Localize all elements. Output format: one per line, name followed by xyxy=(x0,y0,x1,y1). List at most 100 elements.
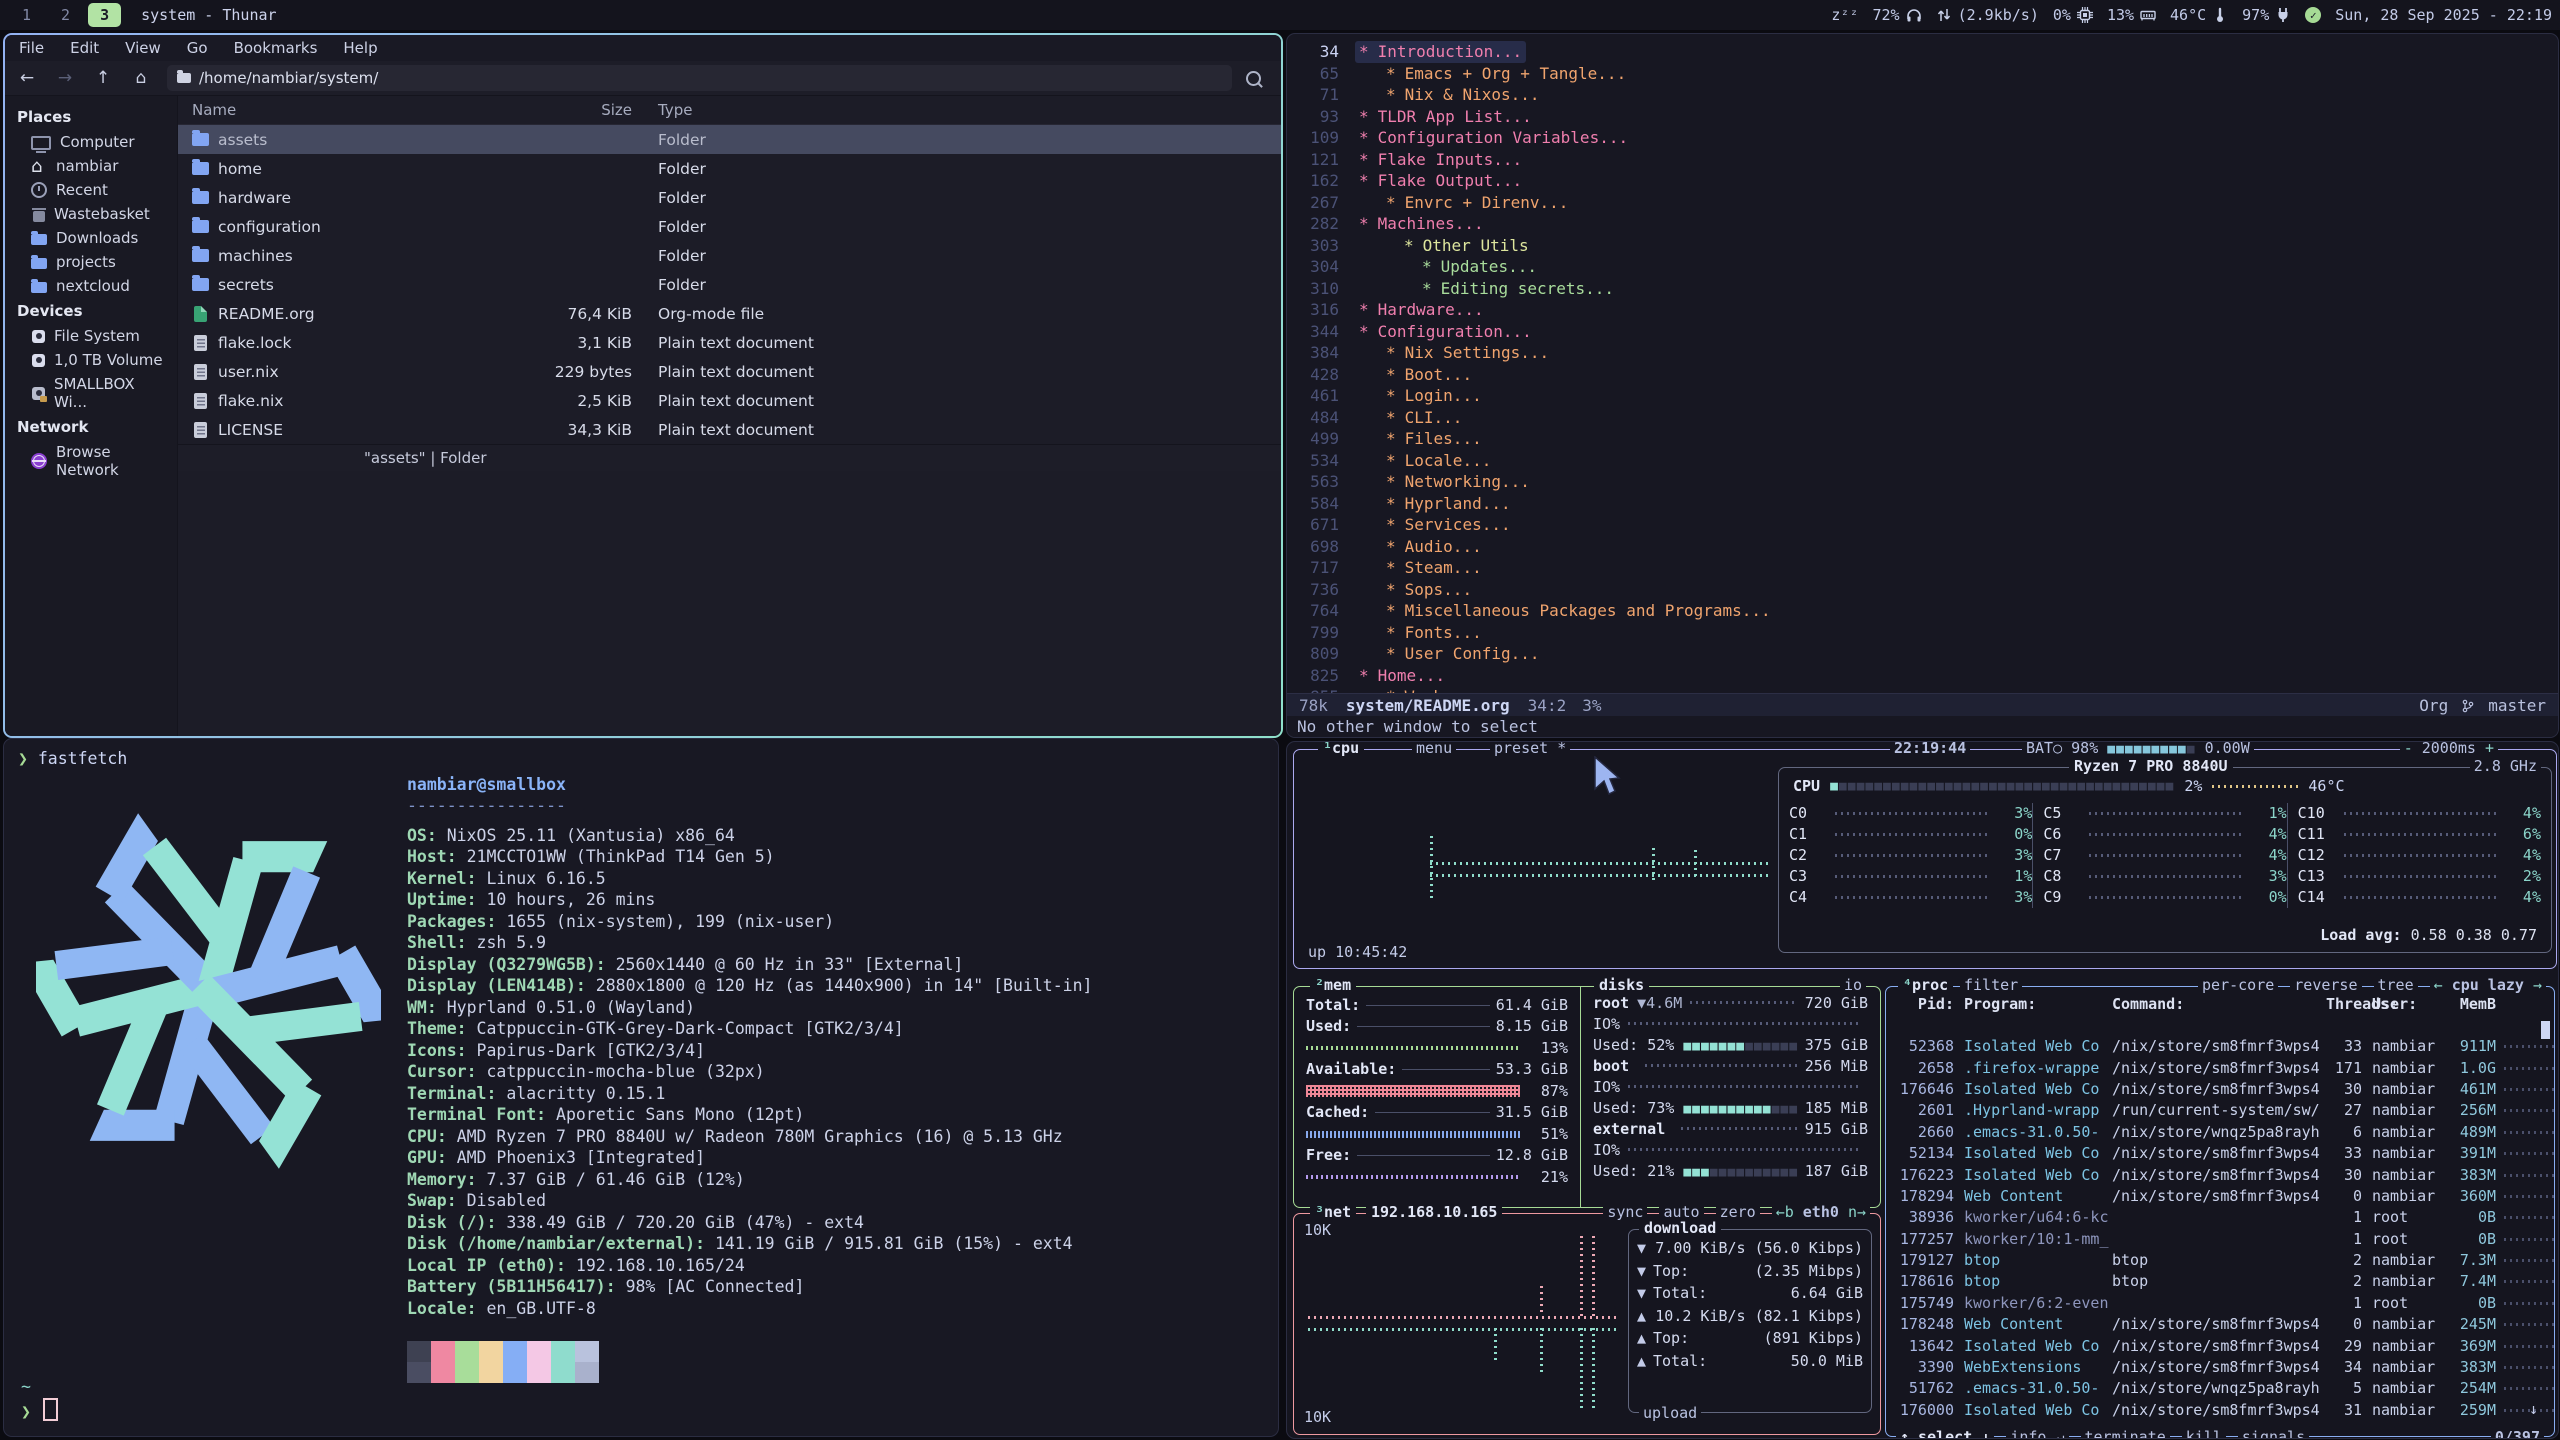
org-heading[interactable]: 461 *Login... xyxy=(1287,385,2558,407)
file-row[interactable]: user.nix 229 bytes Plain text document xyxy=(178,357,1281,386)
org-heading[interactable]: 584 *Hyprland... xyxy=(1287,493,2558,515)
process-row[interactable]: 52368 Isolated Web Co /nix/store/sm8fmrf… xyxy=(1886,1036,2554,1057)
interval-plus-button[interactable]: + xyxy=(2485,741,2494,757)
org-heading[interactable]: 717 *Steam... xyxy=(1287,557,2558,579)
sidebar-item[interactable]: Downloads xyxy=(5,226,177,250)
column-type[interactable]: Type xyxy=(632,101,1281,119)
org-heading[interactable]: 344 *Configuration... xyxy=(1287,321,2558,343)
file-row[interactable]: configuration Folder xyxy=(178,212,1281,241)
process-row[interactable]: 13642 Isolated Web Co /nix/store/sm8fmrf… xyxy=(1886,1335,2554,1356)
org-heading[interactable]: 109 *Configuration Variables... xyxy=(1287,127,2558,149)
org-heading[interactable]: 310 *Editing secrets... xyxy=(1287,278,2558,300)
column-size[interactable]: Size xyxy=(532,101,632,119)
forward-button[interactable]: → xyxy=(53,68,77,88)
interval-minus-button[interactable]: - xyxy=(2404,741,2413,757)
sidebar-device-item[interactable]: File System xyxy=(5,324,177,348)
header-threads[interactable]: Threads: xyxy=(2326,994,2362,1036)
sidebar-item[interactable]: Wastebasket xyxy=(5,202,177,226)
menu-item[interactable]: View xyxy=(125,39,161,57)
org-heading[interactable]: 428 *Boot... xyxy=(1287,364,2558,386)
idle-inhibitor[interactable]: zᶻᶻ xyxy=(1831,6,1858,24)
org-heading[interactable]: 671 *Services... xyxy=(1287,514,2558,536)
header-command[interactable]: Command: xyxy=(2112,994,2326,1036)
info-button[interactable]: info ↵ xyxy=(2006,1427,2068,1439)
reverse-toggle[interactable]: reverse xyxy=(2290,975,2361,996)
home-button[interactable]: ⌂ xyxy=(129,68,153,88)
per-core-toggle[interactable]: per-core xyxy=(2198,975,2278,996)
column-name[interactable]: Name xyxy=(178,101,532,119)
process-row[interactable]: 176223 Isolated Web Co /nix/store/sm8fmr… xyxy=(1886,1164,2554,1185)
header-program[interactable]: Program: xyxy=(1954,994,2112,1036)
org-heading[interactable]: 809 *User Config... xyxy=(1287,643,2558,665)
org-heading[interactable]: 304 *Updates... xyxy=(1287,256,2558,278)
signals-button[interactable]: signals xyxy=(2238,1427,2309,1439)
file-row[interactable]: flake.lock 3,1 KiB Plain text document xyxy=(178,328,1281,357)
proc-box-title[interactable]: ⁴proc xyxy=(1898,975,1953,996)
org-heading[interactable]: 764 *Miscellaneous Packages and Programs… xyxy=(1287,600,2558,622)
volume-module[interactable]: 72% xyxy=(1873,6,1922,24)
file-row[interactable]: home Folder xyxy=(178,154,1281,183)
header-user[interactable]: User: xyxy=(2362,994,2448,1036)
org-heading[interactable]: 736 *Sops... xyxy=(1287,579,2558,601)
select-control[interactable]: ↑ select ↓ xyxy=(1896,1427,1994,1439)
org-heading[interactable]: 65 *Emacs + Org + Tangle... xyxy=(1287,63,2558,85)
org-heading[interactable]: 121 *Flake Inputs... xyxy=(1287,149,2558,171)
org-heading[interactable]: 316 *Hardware... xyxy=(1287,299,2558,321)
preset-button[interactable]: preset * xyxy=(1490,741,1570,759)
temperature-module[interactable]: 46°C xyxy=(2170,6,2228,24)
battery-module[interactable]: 97% xyxy=(2242,6,2291,24)
file-row[interactable]: README.org 76,4 KiB Org-mode file xyxy=(178,299,1281,328)
terminate-button[interactable]: terminate xyxy=(2081,1427,2170,1439)
menu-button[interactable]: menu xyxy=(1412,741,1456,759)
file-row[interactable]: LICENSE 34,3 KiB Plain text document xyxy=(178,415,1281,444)
process-row[interactable]: 51762 .emacs-31.0.50- /nix/store/wnqz5pa… xyxy=(1886,1378,2554,1399)
org-heading[interactable]: 303 *Other Utils xyxy=(1287,235,2558,257)
process-row[interactable]: 3390 WebExtensions /nix/store/sm8fmrf3wp… xyxy=(1886,1357,2554,1378)
sidebar-network-item[interactable]: Browse Network xyxy=(5,440,177,482)
process-row[interactable]: 178248 Web Content /nix/store/sm8fmrf3wp… xyxy=(1886,1314,2554,1335)
org-heading[interactable]: 282 *Machines... xyxy=(1287,213,2558,235)
org-heading[interactable]: 71 *Nix & Nixos... xyxy=(1287,84,2558,106)
sidebar-device-item[interactable]: 1,0 TB Volume xyxy=(5,348,177,372)
org-heading[interactable]: 484 *CLI... xyxy=(1287,407,2558,429)
sidebar-item[interactable]: nambiar xyxy=(5,154,177,178)
org-heading[interactable]: 534 *Locale... xyxy=(1287,450,2558,472)
header-pid[interactable]: Pid: xyxy=(1896,994,1954,1036)
process-row[interactable]: 175749 kworker/6:2-even 1 root 0B 0.0 xyxy=(1886,1293,2554,1314)
sidebar-item[interactable]: Recent xyxy=(5,178,177,202)
process-row[interactable]: 177257 kworker/10:1-mm_ 1 root 0B 0.0 xyxy=(1886,1229,2554,1250)
zero-button[interactable]: zero xyxy=(1716,1202,1760,1223)
filter-button[interactable]: filter xyxy=(1960,975,2022,996)
workspace-button[interactable]: 1 xyxy=(10,3,43,27)
process-row[interactable]: 178294 Web Content /nix/store/sm8fmrf3wp… xyxy=(1886,1186,2554,1207)
process-row[interactable]: 52134 Isolated Web Co /nix/store/sm8fmrf… xyxy=(1886,1143,2554,1164)
file-row[interactable]: flake.nix 2,5 KiB Plain text document xyxy=(178,386,1281,415)
search-icon[interactable] xyxy=(1246,71,1261,86)
status-ok-icon[interactable]: ✓ xyxy=(2305,7,2321,23)
process-row[interactable]: 176000 Isolated Web Co /nix/store/sm8fmr… xyxy=(1886,1400,2554,1421)
tree-toggle[interactable]: tree xyxy=(2374,975,2418,996)
workspace-button[interactable]: 2 xyxy=(49,3,82,27)
menu-item[interactable]: Help xyxy=(343,39,377,57)
major-mode[interactable]: Org xyxy=(2419,695,2448,717)
buffer-name[interactable]: system/README.org xyxy=(1346,695,1510,717)
org-heading[interactable]: 267 *Envrc + Direnv... xyxy=(1287,192,2558,214)
interface-switcher[interactable]: ←b eth0 n→ xyxy=(1772,1202,1870,1223)
process-row[interactable]: 38936 kworker/u64:6-kc 1 root 0B 0.0 xyxy=(1886,1207,2554,1228)
terminal-window[interactable]: ❯ fastfetch nambiar@smallbox -----------… xyxy=(3,738,1279,1437)
sidebar-item[interactable]: Computer xyxy=(5,130,177,154)
git-branch-name[interactable]: master xyxy=(2488,695,2546,717)
org-heading[interactable]: 162 *Flake Output... xyxy=(1287,170,2558,192)
sidebar-device-item[interactable]: SMALLBOX Wi... xyxy=(5,372,177,414)
clock-module[interactable]: Sun, 28 Sep 2025 - 22:19 xyxy=(2335,6,2552,24)
menu-item[interactable]: Edit xyxy=(70,39,99,57)
workspace-button[interactable]: 3 xyxy=(88,3,121,27)
cpu-module[interactable]: 0% xyxy=(2053,6,2093,24)
btop-window[interactable]: ¹cpu menu preset * 22:19:44 BAT○ 98% ■■■… xyxy=(1286,741,2559,1439)
process-row[interactable]: 2660 .emacs-31.0.50- /nix/store/wnqz5pa8… xyxy=(1886,1122,2554,1143)
shell-prompt-bottom[interactable]: ~ ❯ xyxy=(21,1376,58,1422)
cpu-box-title[interactable]: ¹cpu xyxy=(1318,741,1364,759)
org-heading[interactable]: 384 *Nix Settings... xyxy=(1287,342,2558,364)
org-heading[interactable]: 799 *Fonts... xyxy=(1287,622,2558,644)
network-module[interactable]: (2.9kb/s) xyxy=(1936,6,2039,24)
